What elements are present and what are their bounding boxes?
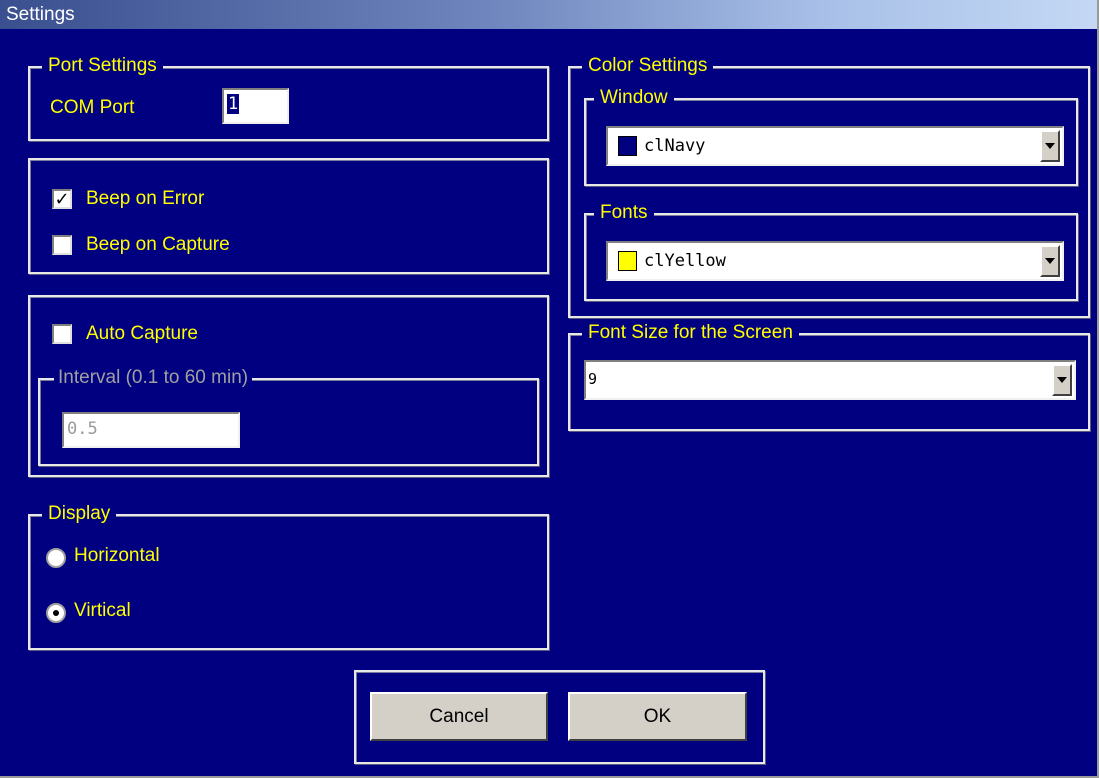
- color-settings-group: Color Settings Window clNavy Fonts clYel…: [568, 54, 1090, 318]
- beep-on-capture-checkbox[interactable]: [52, 235, 72, 255]
- radio-selected-dot: [53, 610, 59, 616]
- yellow-swatch: [618, 251, 637, 271]
- horizontal-radio[interactable]: [46, 548, 66, 568]
- beep-on-error-label[interactable]: Beep on Error: [86, 187, 204, 211]
- port-settings-legend: Port Settings: [42, 54, 163, 78]
- window-color-group: Window clNavy: [584, 86, 1078, 186]
- auto-capture-label[interactable]: Auto Capture: [86, 322, 198, 346]
- window-color-legend: Window: [594, 86, 674, 110]
- interval-value: 0.5: [67, 419, 98, 439]
- auto-capture-group: Auto Capture Interval (0.1 to 60 min) 0.…: [28, 295, 549, 477]
- fonts-color-group: Fonts clYellow: [584, 201, 1078, 301]
- interval-group: Interval (0.1 to 60 min) 0.5: [38, 366, 539, 466]
- virtical-radio[interactable]: [46, 603, 66, 623]
- auto-capture-checkbox[interactable]: [52, 324, 72, 344]
- font-size-legend: Font Size for the Screen: [582, 321, 799, 345]
- fonts-color-legend: Fonts: [594, 201, 654, 225]
- com-port-value: 1: [227, 94, 240, 114]
- display-group: Display Horizontal Virtical: [28, 502, 549, 650]
- chevron-down-icon: [1045, 143, 1055, 149]
- fonts-color-select[interactable]: clYellow: [606, 241, 1064, 281]
- com-port-input[interactable]: 1: [222, 88, 289, 124]
- fonts-color-dropdown-button[interactable]: [1040, 245, 1060, 277]
- interval-legend: Interval (0.1 to 60 min): [54, 366, 253, 390]
- color-settings-legend: Color Settings: [582, 54, 714, 78]
- button-panel: Cancel OK: [354, 670, 765, 764]
- beep-on-error-checkbox[interactable]: ✓: [52, 189, 72, 209]
- beep-on-capture-label[interactable]: Beep on Capture: [86, 233, 230, 257]
- window-color-dropdown-button[interactable]: [1040, 130, 1060, 162]
- font-size-select[interactable]: 9: [584, 360, 1076, 400]
- cancel-button[interactable]: Cancel: [370, 692, 548, 741]
- ok-button[interactable]: OK: [568, 692, 747, 741]
- font-size-value: 9: [588, 370, 598, 388]
- horizontal-label[interactable]: Horizontal: [74, 544, 160, 568]
- chevron-down-icon: [1057, 377, 1067, 383]
- settings-window: Settings Port Settings COM Port 1 ✓ Beep…: [0, 0, 1099, 778]
- port-settings-group: Port Settings COM Port 1: [28, 54, 549, 141]
- beep-group: ✓ Beep on Error Beep on Capture: [28, 158, 549, 274]
- window-color-value: clNavy: [644, 136, 706, 156]
- virtical-label[interactable]: Virtical: [74, 599, 131, 623]
- window-color-select[interactable]: clNavy: [606, 126, 1064, 166]
- title-bar: Settings: [0, 0, 1097, 29]
- fonts-color-value: clYellow: [644, 251, 726, 271]
- font-size-group: Font Size for the Screen 9: [568, 321, 1090, 431]
- font-size-dropdown-button[interactable]: [1052, 364, 1072, 396]
- navy-swatch: [618, 136, 637, 156]
- interval-input[interactable]: 0.5: [62, 412, 240, 448]
- com-port-label: COM Port: [50, 97, 135, 118]
- display-legend: Display: [42, 502, 117, 526]
- chevron-down-icon: [1045, 258, 1055, 264]
